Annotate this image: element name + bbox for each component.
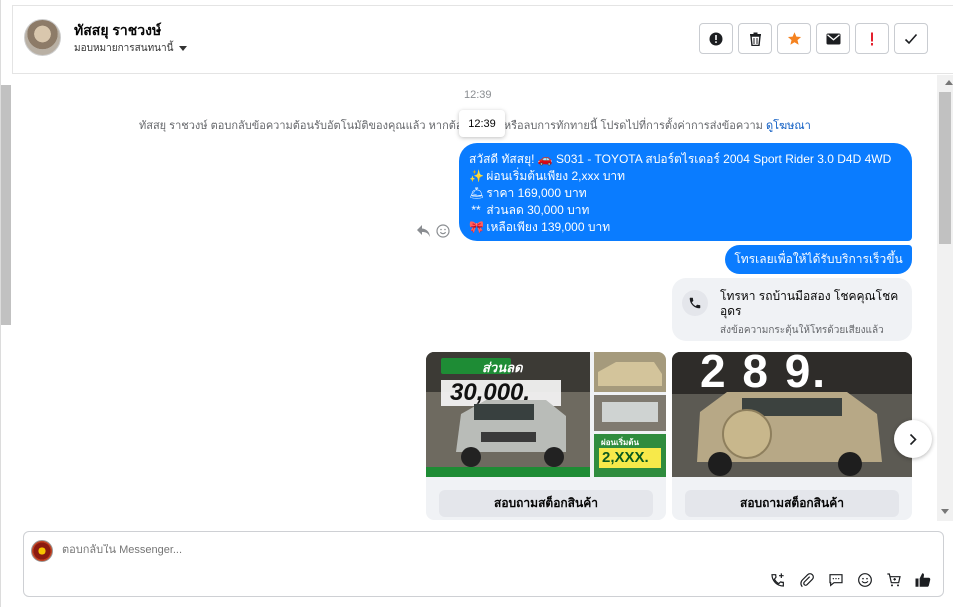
chevron-down-icon xyxy=(179,46,188,51)
star-icon xyxy=(787,32,801,45)
message-line-5: 🎀 เหลือเพียง 139,000 บาท xyxy=(469,220,611,234)
bell-icon: 🛎 xyxy=(469,186,485,200)
product-card[interactable]: 2 8 9. สอบถามสต็อกสินค้า xyxy=(672,352,912,520)
message-line-3: 🛎 ราคา 169,000 บาท xyxy=(469,186,587,200)
saved-reply-icon[interactable] xyxy=(826,570,846,590)
scroll-down-arrow-icon[interactable] xyxy=(941,509,949,514)
message-line-2: ✨ ผ่อนเริ่มต้นเพียง 2,xxx บาท xyxy=(469,169,626,183)
message-line-4: ** ส่วนลด 30,000 บาท xyxy=(469,202,902,219)
header-actions xyxy=(699,23,928,54)
scroll-up-arrow-icon[interactable] xyxy=(945,80,953,85)
ask-stock-button[interactable]: สอบถามสต็อกสินค้า xyxy=(685,490,899,517)
promo-label: ส่วนลด xyxy=(482,360,523,375)
product-card[interactable]: ส่วนลด 30,000. ผ่อนเริ่มต้น 2,XXX. สอบถา… xyxy=(426,352,666,520)
cart-icon[interactable] xyxy=(884,570,904,590)
system-notice-text-start: ทัสสยุ ราชวงษ์ ตอบกลับข้อความต้อนรับอัตโ… xyxy=(139,120,468,132)
call-add-icon[interactable] xyxy=(768,570,788,590)
exclamation-icon xyxy=(871,32,873,45)
checkmark-icon xyxy=(904,33,918,44)
message-timestamp: 12:39 xyxy=(464,89,492,101)
system-notice-text-end: หรือลบการทักทายนี้ โปรดไปที่การตั้งค่ากา… xyxy=(503,120,763,132)
reply-icon[interactable] xyxy=(416,224,431,238)
message-hover-actions xyxy=(416,224,450,238)
outgoing-message-bubble[interactable]: สวัสดี ทัสสยุ! 🚗 S031 - TOYOTA สปอร์ตไรเ… xyxy=(459,143,912,241)
envelope-icon xyxy=(826,33,840,44)
trash-icon xyxy=(749,32,761,46)
promo-price: 2 8 9. xyxy=(700,352,828,397)
alert-circle-icon xyxy=(709,32,723,45)
delete-button[interactable] xyxy=(738,23,772,54)
message-thread[interactable]: 12:39 ทัสสยุ ราชวงษ์ ตอบกลับข้อความต้อนร… xyxy=(13,75,937,520)
carousel-next-button[interactable] xyxy=(894,420,932,458)
composer-toolbar xyxy=(768,570,933,590)
scrollbar-thumb[interactable] xyxy=(939,92,951,244)
emoji-icon[interactable] xyxy=(855,570,875,590)
message-line-1: สวัสดี ทัสสยุ! 🚗 S031 - TOYOTA สปอร์ตไรเ… xyxy=(469,152,892,166)
emoji-react-icon[interactable] xyxy=(436,224,450,238)
sparkles-icon: ✨ xyxy=(469,169,484,183)
mark-important-button[interactable] xyxy=(855,23,889,54)
like-icon[interactable] xyxy=(913,570,933,590)
mark-unread-button[interactable] xyxy=(816,23,850,54)
promo-installment-label: ผ่อนเริ่มต้น xyxy=(601,438,639,447)
call-card-subtitle: ส่งข้อความกระตุ้นให้โทรด้วยเสียงแล้ว xyxy=(720,325,884,336)
attach-icon[interactable] xyxy=(797,570,817,590)
mark-done-button[interactable] xyxy=(894,23,928,54)
conversation-header: ทัสสยุ ราชวงษ์ มอบหมายการสนทนานี้ xyxy=(12,5,953,74)
ribbon-icon: 🎀 xyxy=(469,220,484,234)
ask-stock-button[interactable]: สอบถามสต็อกสินค้า xyxy=(439,490,653,517)
chevron-right-icon xyxy=(909,433,917,445)
message-composer xyxy=(23,531,944,597)
contact-name[interactable]: ทัสสยุ ราชวงษ์ xyxy=(74,20,161,42)
view-ad-link[interactable]: ดูโฆษณา xyxy=(766,120,811,132)
left-panel-scrollbar[interactable] xyxy=(1,85,11,325)
messenger-inbox-window: ทัสสยุ ราชวงษ์ มอบหมายการสนทนานี้ 12:39 … xyxy=(0,0,953,607)
thread-scrollbar[interactable] xyxy=(937,75,953,521)
mark-spam-button[interactable] xyxy=(699,23,733,54)
call-request-card[interactable]: โทรหา รถบ้านมือสอง โชคคุณโชคอุดร ส่งข้อค… xyxy=(672,278,912,341)
time-tooltip: 12:39 xyxy=(459,110,505,137)
promo-installment: 2,XXX. xyxy=(602,449,649,466)
quick-reply-bubble[interactable]: โทรเลยเพื่อให้ได้รับบริการเร็วขึ้น xyxy=(725,245,912,274)
page-avatar xyxy=(31,540,53,562)
reply-input[interactable] xyxy=(62,544,662,556)
call-card-title: โทรหา รถบ้านมือสอง โชคคุณโชคอุดร xyxy=(720,289,899,318)
star-button[interactable] xyxy=(777,23,811,54)
asterisk-icon: ** xyxy=(471,203,481,217)
promo-discount: 30,000. xyxy=(450,379,531,406)
product-image[interactable]: ส่วนลด 30,000. ผ่อนเริ่มต้น 2,XXX. xyxy=(426,352,666,477)
assign-label: มอบหมายการสนทนานี้ xyxy=(74,43,174,54)
contact-avatar[interactable] xyxy=(24,19,61,56)
product-image[interactable]: 2 8 9. xyxy=(672,352,912,477)
assign-conversation-dropdown[interactable]: มอบหมายการสนทนานี้ xyxy=(74,41,188,56)
phone-icon xyxy=(682,290,708,316)
